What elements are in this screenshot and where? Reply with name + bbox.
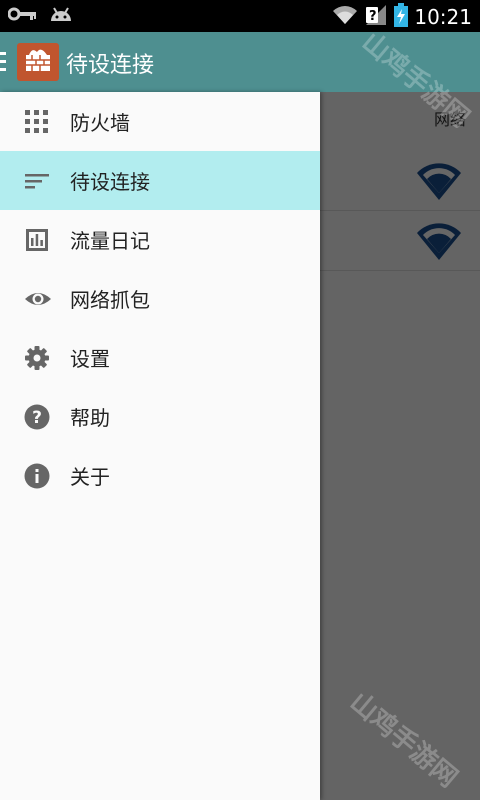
- drawer-item-label: 帮助: [70, 406, 110, 430]
- drawer-item-label: 网络抓包: [70, 288, 150, 312]
- clock: 10:21: [414, 5, 472, 29]
- app-title: 待设连接: [66, 53, 155, 78]
- drawer-item-help[interactable]: ? 帮助: [0, 387, 320, 446]
- svg-text:?: ?: [32, 408, 42, 428]
- info-icon: [24, 463, 50, 489]
- android-icon: [48, 5, 74, 27]
- navigation-drawer: 防火墙 待设连接 流量日记 网络抓包 设置 ? 帮助 关于: [0, 92, 320, 800]
- eye-icon: [24, 286, 51, 312]
- status-left-icons: [7, 5, 74, 27]
- drawer-item-packet-capture[interactable]: 网络抓包: [0, 269, 320, 328]
- battery-charging-icon: [394, 3, 409, 31]
- drawer-item-label: 防火墙: [70, 111, 130, 135]
- drawer-item-traffic-log[interactable]: 流量日记: [0, 210, 320, 269]
- drawer-item-firewall[interactable]: 防火墙: [0, 92, 320, 151]
- bar-chart-icon: [24, 227, 50, 253]
- grid-icon: [24, 109, 50, 135]
- wifi-icon: [332, 4, 358, 30]
- drawer-item-label: 关于: [70, 465, 110, 489]
- gear-icon: [24, 345, 50, 371]
- menu-icon[interactable]: [0, 52, 8, 72]
- drawer-item-label: 流量日记: [70, 229, 150, 253]
- drawer-item-label: 待设连接: [70, 170, 150, 194]
- sort-lines-icon: [24, 168, 50, 194]
- app-logo-firewall-icon[interactable]: [17, 43, 59, 81]
- svg-text:?: ?: [369, 9, 377, 24]
- drawer-item-about[interactable]: 关于: [0, 446, 320, 505]
- drawer-item-label: 设置: [70, 347, 110, 371]
- status-bar: ? 10:21: [0, 0, 480, 32]
- key-icon: [7, 5, 38, 27]
- help-icon: ?: [24, 404, 50, 430]
- status-right-icons: ? 10:21: [332, 3, 472, 31]
- drawer-item-pending-connections[interactable]: 待设连接: [0, 151, 320, 210]
- drawer-item-settings[interactable]: 设置: [0, 328, 320, 387]
